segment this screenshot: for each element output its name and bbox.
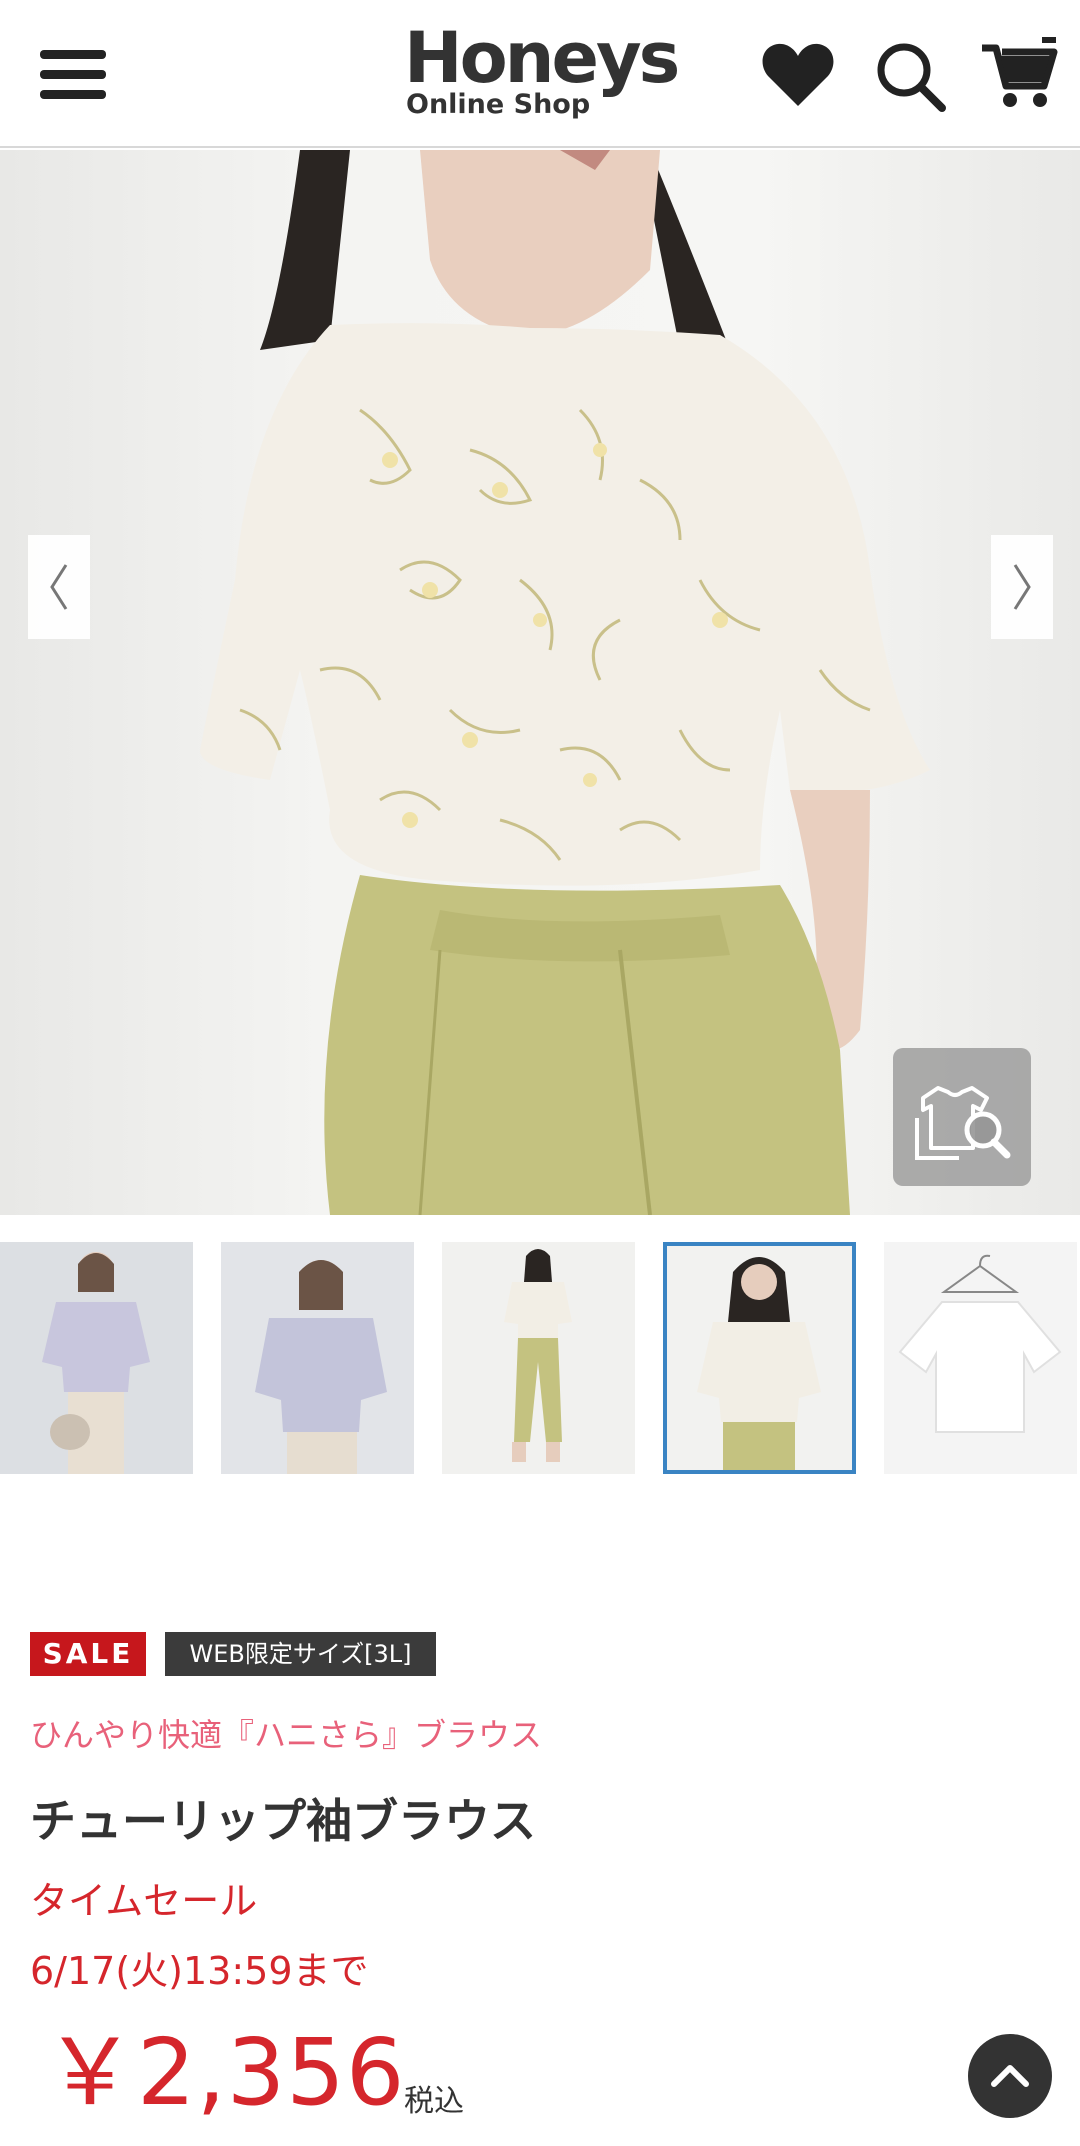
site-header: Honeys Online Shop [0, 0, 1080, 148]
time-sale-deadline: 6/17(火)13:59まで [30, 1949, 369, 1993]
arrow-up-icon [991, 2065, 1029, 2087]
thumbnail-strip [0, 1242, 1080, 1474]
thumbnail-image [0, 1242, 193, 1474]
thumbnail-4-selected[interactable] [663, 1242, 856, 1474]
cart-icon[interactable] [980, 36, 1060, 116]
logo-main-text: Honeys [404, 17, 680, 99]
product-price: ￥2,356 [44, 2019, 406, 2126]
thumbnail-image [663, 1242, 856, 1474]
catch-copy: ひんやり快適『ハニさら』ブラウス [30, 1716, 543, 1754]
site-logo[interactable]: Honeys Online Shop [404, 18, 680, 128]
next-image-button[interactable] [991, 535, 1053, 639]
thumbnail-1[interactable] [0, 1242, 193, 1474]
web-limited-badge: WEB限定サイズ[3L] [165, 1632, 436, 1676]
chevron-right-icon [1013, 564, 1031, 610]
search-icon[interactable] [870, 36, 950, 116]
chevron-left-icon [50, 564, 68, 610]
main-product-image[interactable] [0, 150, 1080, 1215]
thumbnail-image [884, 1242, 1077, 1474]
menu-icon[interactable] [40, 50, 108, 100]
thumbnail-3[interactable] [442, 1242, 635, 1474]
heart-icon[interactable] [758, 36, 838, 116]
sale-badge: SALE [30, 1632, 146, 1676]
prev-image-button[interactable] [28, 535, 90, 639]
thumbnail-image [221, 1242, 414, 1474]
time-sale-label: タイムセール [30, 1879, 258, 1923]
thumbnail-image [442, 1242, 635, 1474]
tax-label: 税込 [404, 2084, 464, 2119]
product-name: チューリップ袖ブラウス [30, 1794, 536, 1848]
menu-bar [40, 50, 106, 59]
thumbnail-5[interactable] [884, 1242, 1077, 1474]
menu-bar [40, 90, 106, 99]
menu-bar [40, 70, 106, 79]
logo-sub-text: Online Shop [406, 89, 591, 120]
zoom-clothes-icon[interactable] [893, 1048, 1031, 1186]
thumbnail-2[interactable] [221, 1242, 414, 1474]
scroll-top-button[interactable] [968, 2034, 1052, 2118]
